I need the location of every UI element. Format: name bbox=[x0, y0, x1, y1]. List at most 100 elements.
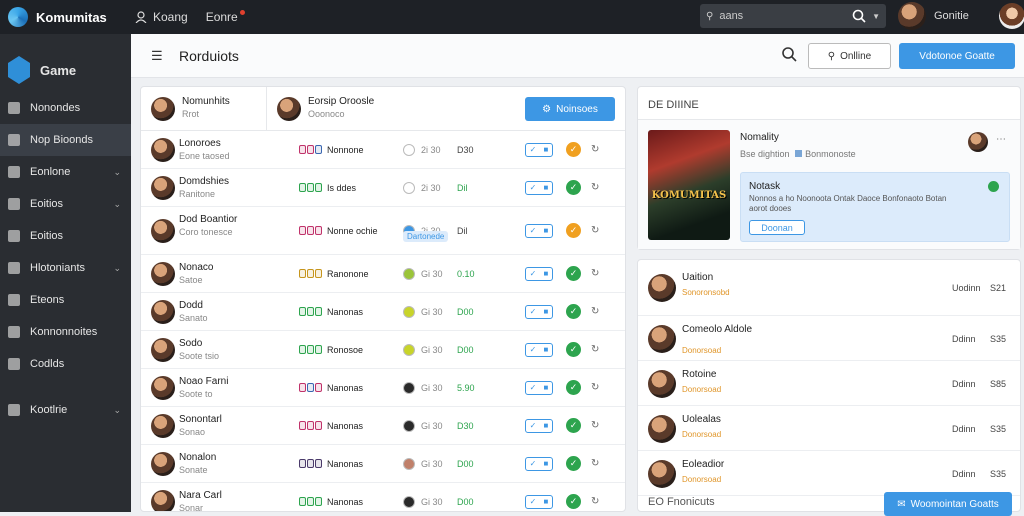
table-row[interactable]: Dod BoantiorCoro tonesceNonne ochie2i 30… bbox=[141, 207, 625, 255]
member-name: Lonoroes bbox=[179, 138, 221, 149]
table-row[interactable]: Nonaco Satoe Ranonone Gi 30 0.10 ✓ ■ ✓ ↻ bbox=[141, 255, 625, 293]
link-icon[interactable]: ↻ bbox=[591, 458, 599, 469]
sidebar-item[interactable]: Nonondes bbox=[0, 92, 131, 124]
status-check-icon[interactable]: ✓ bbox=[566, 180, 581, 195]
toggle-switch[interactable]: ✓ ■ bbox=[525, 142, 553, 157]
status-check-icon[interactable]: ✓ bbox=[566, 380, 581, 395]
toggle-switch[interactable]: ✓ ■ bbox=[525, 494, 553, 509]
status-check-icon[interactable]: ✓ bbox=[566, 342, 581, 357]
friend-status: Ddinn bbox=[952, 378, 976, 389]
grid-icon bbox=[8, 294, 20, 306]
avatar[interactable] bbox=[968, 132, 988, 152]
top-nav-item-2[interactable]: Eonre bbox=[206, 10, 245, 24]
sidebar-item[interactable]: Konnonnoites bbox=[0, 316, 131, 348]
list-header-user[interactable]: Nomunhits Rrot bbox=[141, 87, 267, 130]
member-name: Sodo bbox=[179, 338, 203, 349]
sidebar-header[interactable]: Game bbox=[0, 34, 131, 92]
friend-status: Uodinn bbox=[952, 283, 981, 293]
table-row[interactable]: Noao Farni Soote to Nanonas Gi 30 5.90 ✓ ■ ✓ ↻ bbox=[141, 369, 625, 407]
status-check-icon[interactable]: ✓ bbox=[566, 418, 581, 433]
status-check-icon[interactable]: ✓ bbox=[566, 142, 581, 157]
chevron-down-icon[interactable]: ⌄ bbox=[113, 167, 121, 178]
more-icon[interactable]: ⋯ bbox=[996, 134, 1006, 145]
link-icon[interactable]: ↻ bbox=[591, 182, 599, 193]
toggle-switch[interactable]: ✓ ■ bbox=[525, 304, 553, 319]
link-icon[interactable]: ↻ bbox=[591, 306, 599, 317]
tag-chip bbox=[299, 497, 306, 506]
online-button[interactable]: ⚲ Onlline bbox=[808, 43, 891, 69]
list-action-label: Noinsoes bbox=[556, 103, 598, 115]
list-header-user-2[interactable]: Eorsip Oroosle Ooonoco bbox=[267, 96, 374, 121]
tag-chip bbox=[315, 421, 322, 430]
search-icon: ⚲ bbox=[706, 10, 714, 22]
member-name: Noao Farni bbox=[179, 376, 229, 387]
link-icon[interactable]: ↻ bbox=[591, 144, 599, 155]
status-check-icon[interactable]: ✓ bbox=[566, 456, 581, 471]
list-item[interactable]: Rotoine Donorsoad Ddinn S85 bbox=[638, 361, 1020, 406]
link-icon[interactable]: ↻ bbox=[591, 420, 599, 431]
top-nav-item-1[interactable]: Koang bbox=[135, 10, 188, 24]
list-item[interactable]: Uolealas Donorsoad Ddinn S35 bbox=[638, 406, 1020, 451]
list-item[interactable]: Eoleadior Donorsoad Ddinn S35 bbox=[638, 451, 1020, 496]
app-logo-icon bbox=[8, 7, 28, 27]
table-row[interactable]: Nonalon Sonate Nanonas Gi 30 D00 ✓ ■ ✓ ↻ bbox=[141, 445, 625, 483]
tag-label: Ronosoe bbox=[327, 344, 364, 355]
table-row[interactable]: Domdshies Ranitone Is ddes 2i 30 Dil ✓ ■ ✓ ↻ bbox=[141, 169, 625, 207]
link-icon[interactable]: ↻ bbox=[591, 268, 599, 279]
member-value: D00 bbox=[457, 306, 474, 317]
search-icon[interactable] bbox=[781, 46, 797, 62]
sidebar-item[interactable]: Eoitios ⌄ bbox=[0, 188, 131, 220]
toggle-switch[interactable]: ✓ ■ bbox=[525, 342, 553, 357]
profile-avatar[interactable] bbox=[998, 3, 1024, 29]
chevron-down-icon[interactable]: ▼ bbox=[872, 12, 880, 21]
toggle-switch[interactable]: ✓ ■ bbox=[525, 418, 553, 433]
user-menu[interactable]: Gonitie bbox=[898, 2, 1024, 30]
sidebar-item[interactable]: Nop Bioonds bbox=[0, 124, 131, 156]
toggle-switch[interactable]: ✓ ■ bbox=[525, 266, 553, 281]
top-nav-label: Koang bbox=[153, 10, 188, 24]
table-row[interactable]: Sodo Soote tsio Ronosoe Gi 30 D00 ✓ ■ ✓ ↻ bbox=[141, 331, 625, 369]
bookmark-icon bbox=[8, 134, 20, 146]
menu-icon[interactable]: ☰ bbox=[151, 48, 163, 64]
avatar bbox=[648, 369, 676, 398]
toggle-switch[interactable]: ✓ ■ bbox=[525, 456, 553, 471]
friends-footer-button[interactable]: ✉ Woomointan Goatts bbox=[884, 492, 1012, 516]
list-item[interactable]: Comeolo Aldole Donorsoad Ddinn S35 bbox=[638, 316, 1020, 361]
link-icon[interactable]: ↻ bbox=[591, 344, 599, 355]
chevron-down-icon[interactable]: ⌄ bbox=[113, 405, 121, 416]
sidebar-item[interactable]: Eonlone ⌄ bbox=[0, 156, 131, 188]
sidebar-item[interactable]: Hlotoniants ⌄ bbox=[0, 252, 131, 284]
status-check-icon[interactable]: ✓ bbox=[566, 304, 581, 319]
chevron-down-icon[interactable]: ⌄ bbox=[113, 199, 121, 210]
status-check-icon[interactable]: ✓ bbox=[566, 494, 581, 509]
table-row[interactable]: Dodd Sanato Nanonas Gi 30 D00 ✓ ■ ✓ ↻ bbox=[141, 293, 625, 331]
tag-chips bbox=[299, 497, 322, 506]
primary-button[interactable]: Vdotonoe Goatte bbox=[899, 43, 1015, 69]
sidebar-item[interactable]: Kootlrie ⌄ bbox=[0, 394, 131, 426]
game-cover-image[interactable]: KOMUMITAS bbox=[648, 130, 730, 240]
toggle-switch[interactable]: ✓ ■ bbox=[525, 180, 553, 195]
chevron-down-icon[interactable]: ⌄ bbox=[113, 263, 121, 274]
table-row[interactable]: Nara Carl Sonar Nanonas Gi 30 D00 ✓ ■ ✓ ↻ bbox=[141, 483, 625, 511]
tag-chip bbox=[315, 497, 322, 506]
sidebar-item[interactable]: Eteons bbox=[0, 284, 131, 316]
notice-button[interactable]: Doonan bbox=[749, 220, 805, 235]
notice-title: Notask bbox=[749, 181, 781, 192]
list-item[interactable]: Uaition Sonoronsobd Uodinn S21 bbox=[638, 260, 1020, 316]
sidebar-item[interactable]: Eoitios bbox=[0, 220, 131, 252]
search-input[interactable]: ⚲ aans ▼ bbox=[700, 4, 886, 28]
status-check-icon[interactable]: ✓ bbox=[566, 266, 581, 281]
table-row[interactable]: Sonontarl Sonao Nanonas Gi 30 D30 ✓ ■ ✓ ↻ bbox=[141, 407, 625, 445]
list-action-button[interactable]: ⚙ Noinsoes bbox=[525, 97, 615, 121]
toggle-switch[interactable]: ✓ ■ bbox=[525, 223, 553, 238]
search-submit-icon[interactable] bbox=[852, 9, 866, 23]
sidebar-item[interactable]: Codlds bbox=[0, 348, 131, 380]
table-row[interactable]: Lonoroes Eone taosed Nonnone 2i 30 D30 ✓ ■ ✓ ↻ bbox=[141, 131, 625, 169]
brand[interactable]: Komumitas bbox=[0, 7, 135, 27]
link-icon[interactable]: ↻ bbox=[591, 496, 599, 507]
status-check-icon[interactable]: ✓ bbox=[566, 223, 581, 238]
link-icon[interactable]: ↻ bbox=[591, 225, 599, 236]
link-icon[interactable]: ↻ bbox=[591, 382, 599, 393]
toggle-switch[interactable]: ✓ ■ bbox=[525, 380, 553, 395]
friends-footer: EO Fnonicuts bbox=[648, 496, 715, 508]
